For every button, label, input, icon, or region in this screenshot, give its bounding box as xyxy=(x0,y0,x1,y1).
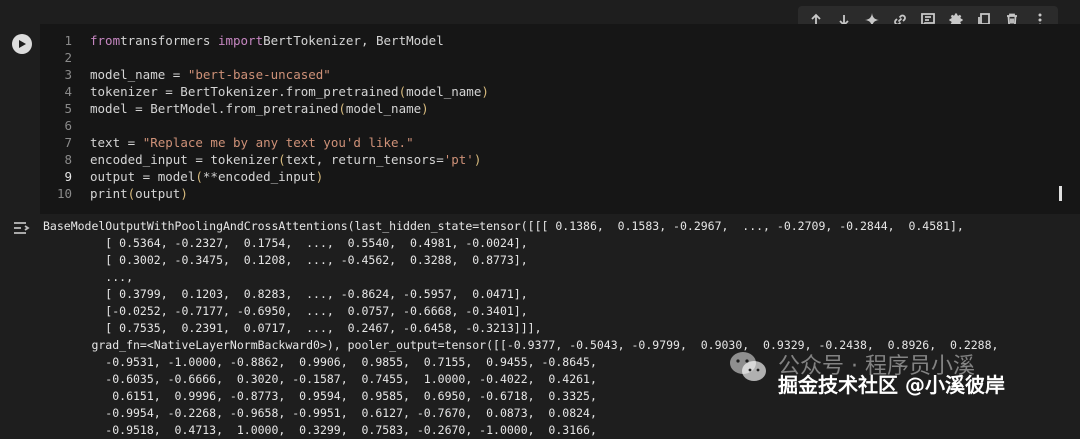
line-number: 8 xyxy=(64,152,72,167)
output-line: BaseModelOutputWithPoolingAndCrossAttent… xyxy=(43,219,964,233)
code-editor[interactable]: 1 fromtransformers importBertTokenizer, B… xyxy=(40,24,1080,214)
code-text: model = BertModel.from_pretrained(model_… xyxy=(90,100,429,117)
line-number: 4 xyxy=(64,84,72,99)
code-token: from xyxy=(90,33,121,48)
code-token: tokenizer = BertTokenizer.from_pretraine… xyxy=(90,84,399,99)
code-text: tokenizer = BertTokenizer.from_pretraine… xyxy=(90,83,489,100)
code-token: model_name xyxy=(406,84,482,99)
code-text: model_name = "bert-base-uncased" xyxy=(90,66,331,83)
output-line: [ 0.5364, -0.2327, 0.1754, ..., 0.5540, … xyxy=(43,236,528,250)
code-token: "Replace me by any text you'd like." xyxy=(142,135,414,150)
code-token: import xyxy=(217,33,264,48)
code-token: model = BertModel.from_pretrained xyxy=(90,101,339,116)
code-token: ) xyxy=(473,152,482,167)
output-line: 0.6151, 0.9996, -0.8773, 0.9594, 0.9585,… xyxy=(43,389,597,403)
code-token: print xyxy=(90,186,128,201)
code-line[interactable]: 5 model = BertModel.from_pretrained(model… xyxy=(40,100,1040,117)
line-number: 6 xyxy=(64,118,72,133)
code-line[interactable]: 6 xyxy=(40,117,1040,134)
output-line: [ 0.3002, -0.3475, 0.1208, ..., -0.4562,… xyxy=(43,253,528,267)
code-token: "bert-base-uncased" xyxy=(187,67,331,82)
code-token: ( xyxy=(278,152,286,167)
code-token: ) xyxy=(421,101,429,116)
code-token: **encoded_input xyxy=(202,169,316,184)
code-line[interactable]: 10 print(output) xyxy=(40,185,1040,202)
wechat-icon xyxy=(728,350,768,384)
line-number: 7 xyxy=(64,135,72,150)
run-cell-button[interactable] xyxy=(12,34,32,54)
code-text: output = model(**encoded_input) xyxy=(90,168,323,185)
code-text: fromtransformers importBertTokenizer, Be… xyxy=(90,32,444,49)
watermark-juejin: 掘金技术社区 @小溪彼岸 xyxy=(778,373,1005,397)
code-line[interactable]: 3 model_name = "bert-base-uncased" xyxy=(40,66,1040,83)
code-token: model_name xyxy=(345,101,422,116)
code-token: transformers xyxy=(120,33,218,48)
line-number: 5 xyxy=(64,101,72,116)
output-line: [ 0.7535, 0.2391, 0.0717, ..., 0.2467, -… xyxy=(43,321,542,335)
code-token: BertTokenizer, BertModel xyxy=(263,33,444,48)
output-line: [ 0.3799, 0.1203, 0.8283, ..., -0.8624, … xyxy=(43,287,528,301)
code-token: text = xyxy=(90,135,143,150)
cell-gutter xyxy=(0,24,40,214)
code-token: ) xyxy=(481,84,489,99)
code-token: output = model xyxy=(90,169,196,184)
code-token: ) xyxy=(315,169,324,184)
code-token: ( xyxy=(195,169,203,184)
code-token: ( xyxy=(398,84,407,99)
editor-scrollbar[interactable] xyxy=(1059,186,1062,201)
code-line[interactable]: 4 tokenizer = BertTokenizer.from_pretrain… xyxy=(40,83,1040,100)
code-token: text, return_tensors= xyxy=(285,152,444,167)
output-line: -0.9518, 0.4713, 1.0000, 0.3299, 0.7583,… xyxy=(43,423,597,437)
code-token: model_name = xyxy=(90,67,188,82)
code-token: ( xyxy=(338,101,346,116)
line-number: 3 xyxy=(64,67,72,82)
code-text: encoded_input = tokenizer(text, return_t… xyxy=(90,151,481,168)
code-line[interactable]: 9 output = model(**encoded_input) xyxy=(40,168,1040,185)
line-number: 2 xyxy=(64,50,72,65)
code-line[interactable]: 2 xyxy=(40,49,1040,66)
code-line[interactable]: 8 encoded_input = tokenizer(text, return_… xyxy=(40,151,1040,168)
line-number: 1 xyxy=(64,33,72,48)
output-line: [-0.0252, -0.7177, -0.6950, ..., 0.0757,… xyxy=(43,304,528,318)
code-token: encoded_input = tokenizer xyxy=(90,152,279,167)
code-cell: 1 fromtransformers importBertTokenizer, B… xyxy=(0,24,1080,214)
line-number: 9 xyxy=(64,169,72,184)
play-icon xyxy=(19,40,26,48)
code-text: print(output) xyxy=(90,185,188,202)
code-line[interactable]: 1 fromtransformers importBertTokenizer, B… xyxy=(40,32,1040,49)
output-actions-icon[interactable] xyxy=(12,220,32,236)
code-line[interactable]: 7 text = "Replace me by any text you'd li… xyxy=(40,134,1040,151)
code-token: output xyxy=(135,186,181,201)
output-line: ..., xyxy=(43,270,134,284)
line-number: 10 xyxy=(56,186,72,201)
code-token: ) xyxy=(180,186,188,201)
output-line: -0.9531, -1.0000, -0.8862, 0.9906, 0.985… xyxy=(43,355,597,369)
code-text: text = "Replace me by any text you'd lik… xyxy=(90,134,414,151)
output-line: -0.9954, -0.2268, -0.9658, -0.9951, 0.61… xyxy=(43,406,597,420)
output-line: -0.6035, -0.6666, 0.3020, -0.1587, 0.745… xyxy=(43,372,597,386)
code-token: 'pt' xyxy=(443,152,474,167)
